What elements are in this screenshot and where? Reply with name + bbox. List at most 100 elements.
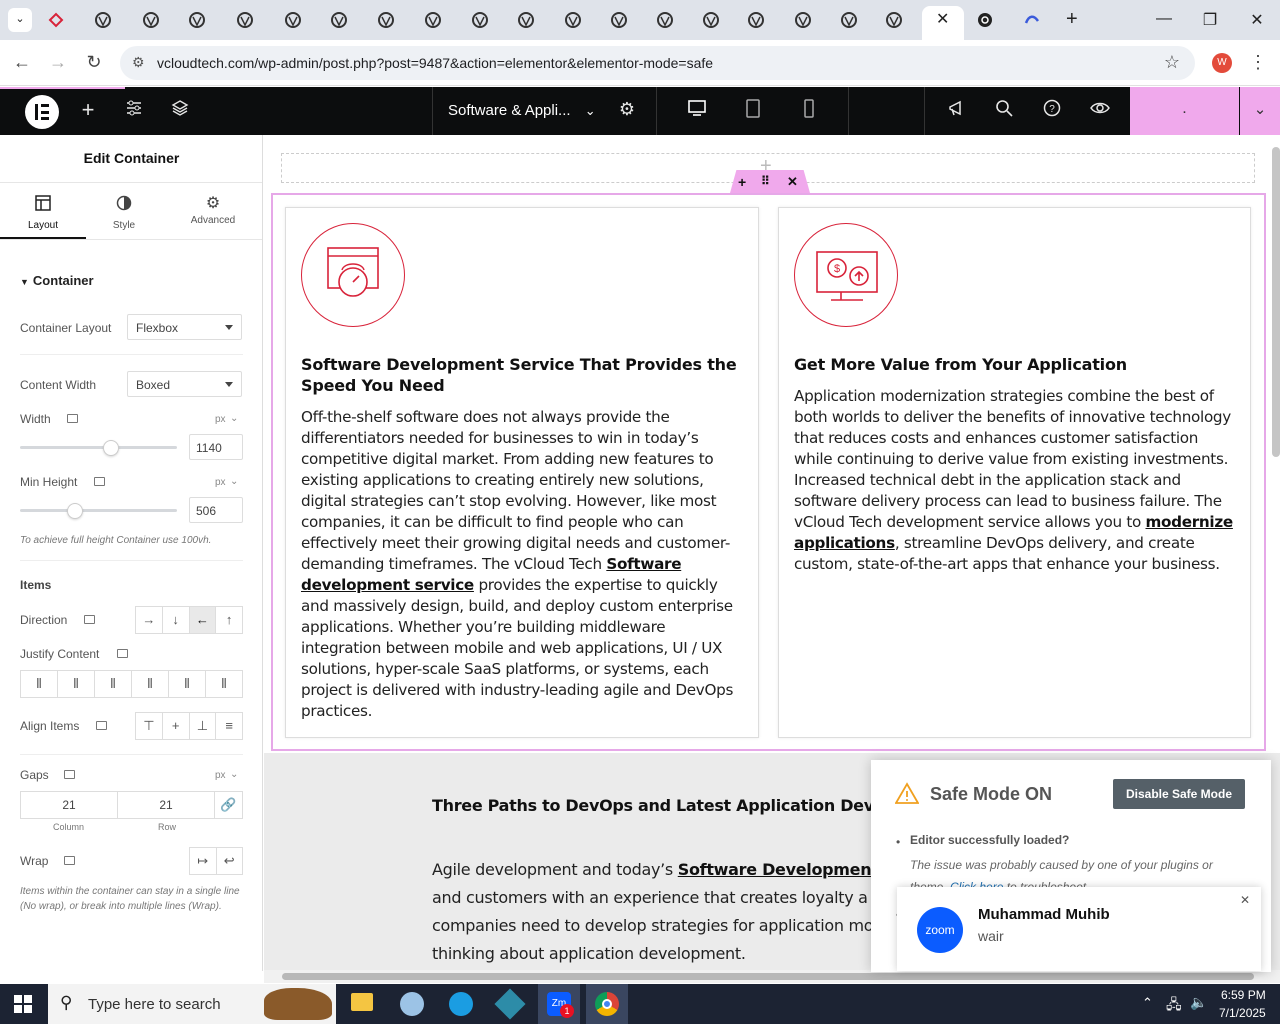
tab-style[interactable]: Style [86,183,162,239]
responsive-desktop-icon[interactable] [117,649,128,658]
active-tab[interactable]: ✕ [922,6,964,40]
tab-wordpress-icon[interactable] [233,8,257,32]
gaps-unit-select[interactable]: px [215,770,226,781]
help-icon[interactable]: ? [1040,99,1064,123]
taskbar-search-box[interactable]: ⚲ Type here to search [48,984,336,1024]
site-info-icon[interactable]: ⚙ [132,54,145,71]
min-height-slider-handle[interactable] [67,503,83,519]
responsive-desktop-icon[interactable] [94,477,105,486]
section-toggle-container[interactable]: ▼ Container [20,273,94,288]
notifications-megaphone-icon[interactable] [944,99,968,123]
forward-icon[interactable]: → [47,52,69,73]
zoom-notification[interactable]: zoom Muhammad Muhib wair ✕ [897,887,1261,971]
bookmark-star-icon[interactable]: ☆ [1161,52,1183,73]
align-stretch-button[interactable]: ≡ [216,713,242,739]
tab-openai-icon[interactable] [973,8,997,32]
close-notification-icon[interactable]: ✕ [1240,893,1250,907]
tab-wordpress-icon[interactable] [185,8,209,32]
tab-wordpress-icon[interactable] [744,8,768,32]
wrap-button[interactable]: ↩ [217,848,243,874]
content-width-select[interactable]: Boxed [127,371,242,397]
justify-space-between-button[interactable]: ⫴ [132,671,169,697]
file-explorer-icon[interactable] [351,993,373,1011]
url-text[interactable]: vcloudtech.com/wp-admin/post.php?post=94… [157,55,713,71]
software-development-tools-link[interactable]: Software Development To [678,860,904,879]
tab-search-button[interactable]: ⌄ [8,8,32,32]
add-element-icon[interactable]: + [76,97,100,122]
direction-row-button[interactable]: → [136,607,163,633]
no-wrap-button[interactable]: ↦ [190,848,217,874]
min-height-slider-track[interactable] [20,509,177,512]
url-box[interactable]: ⚙ vcloudtech.com/wp-admin/post.php?post=… [120,46,1195,80]
page-settings-gear-icon[interactable]: ⚙ [615,99,639,123]
tab-wordpress-icon[interactable] [281,8,305,32]
taskbar-app-icon[interactable] [400,992,424,1016]
windows-start-icon[interactable] [14,995,32,1013]
width-slider-track[interactable] [20,446,177,449]
tab-wordpress-icon[interactable] [837,8,861,32]
profile-avatar[interactable]: W [1212,53,1232,73]
close-window-button[interactable]: ✕ [1247,10,1267,30]
add-element-handle-icon[interactable]: + [738,174,746,190]
width-input[interactable]: 1140 [189,434,243,460]
width-slider-handle[interactable] [103,440,119,456]
tab-wordpress-icon[interactable] [374,8,398,32]
container-layout-select[interactable]: Flexbox [127,314,242,340]
publish-button[interactable]: . [1130,87,1239,135]
tablet-view-icon[interactable] [741,99,765,123]
mobile-view-icon[interactable] [797,99,821,123]
publish-options-button[interactable]: ⌄ [1240,87,1280,135]
justify-start-button[interactable]: ⫴ [21,671,58,697]
chrome-taskbar-icon[interactable] [586,984,628,1024]
responsive-desktop-icon[interactable] [67,414,78,423]
volume-icon[interactable]: 🔈 [1190,994,1207,1011]
elementor-logo-icon[interactable] [25,95,59,129]
new-tab-button[interactable]: + [1066,8,1078,31]
site-settings-icon[interactable] [122,99,146,123]
tab-wordpress-icon[interactable] [882,8,906,32]
align-end-button[interactable]: ⊥ [190,713,217,739]
minimize-button[interactable]: — [1154,10,1174,28]
min-height-input[interactable]: 506 [189,497,243,523]
tab-favicon-blue[interactable] [1020,8,1044,32]
direction-column-reverse-button[interactable]: ↑ [216,607,242,633]
align-start-button[interactable]: ⊤ [136,713,163,739]
gap-column-input[interactable]: 21 [21,792,118,818]
justify-center-button[interactable]: ⫴ [58,671,95,697]
preview-eye-icon[interactable] [1088,99,1112,123]
justify-space-evenly-button[interactable]: ⫴ [206,671,242,697]
justify-space-around-button[interactable]: ⫴ [169,671,206,697]
gap-row-input[interactable]: 21 [118,792,215,818]
show-hidden-icons[interactable]: ⌃ [1142,995,1153,1011]
clock-date[interactable]: 7/1/2025 [1219,1006,1266,1020]
tab-wordpress-icon[interactable] [91,8,115,32]
responsive-desktop-icon[interactable] [96,721,107,730]
tab-wordpress-icon[interactable] [139,8,163,32]
min-height-unit-select[interactable]: px [215,477,226,488]
chrome-menu-icon[interactable]: ⋮ [1247,52,1269,73]
scrollbar-thumb[interactable] [282,973,1254,980]
tab-advanced[interactable]: ⚙ Advanced [172,183,254,239]
align-center-button[interactable]: + [163,713,190,739]
tab-wordpress-icon[interactable] [653,8,677,32]
tab-wordpress-icon[interactable] [421,8,445,32]
tab-wordpress-icon[interactable] [468,8,492,32]
direction-row-reverse-button[interactable]: ← [189,607,217,633]
delete-container-icon[interactable]: ✕ [787,174,798,190]
reload-icon[interactable]: ↻ [83,52,105,73]
back-icon[interactable]: ← [11,52,33,73]
justify-end-button[interactable]: ⫴ [95,671,132,697]
network-icon[interactable]: 🖧 [1166,994,1182,1018]
tab-favicon-red[interactable] [44,8,68,32]
drag-handle-icon[interactable]: ⠿ [761,174,770,188]
tab-wordpress-icon[interactable] [607,8,631,32]
responsive-desktop-icon[interactable] [84,615,95,624]
tab-wordpress-icon[interactable] [791,8,815,32]
direction-column-button[interactable]: ↓ [163,607,190,633]
service-card[interactable]: Software Development Service That Provid… [285,207,759,738]
responsive-desktop-icon[interactable] [64,770,75,779]
tab-wordpress-icon[interactable] [699,8,723,32]
edge-browser-icon[interactable] [449,992,473,1016]
service-card[interactable]: $ Get More Value from Your Application A… [778,207,1251,738]
taskbar-app-icon[interactable] [494,988,526,1020]
